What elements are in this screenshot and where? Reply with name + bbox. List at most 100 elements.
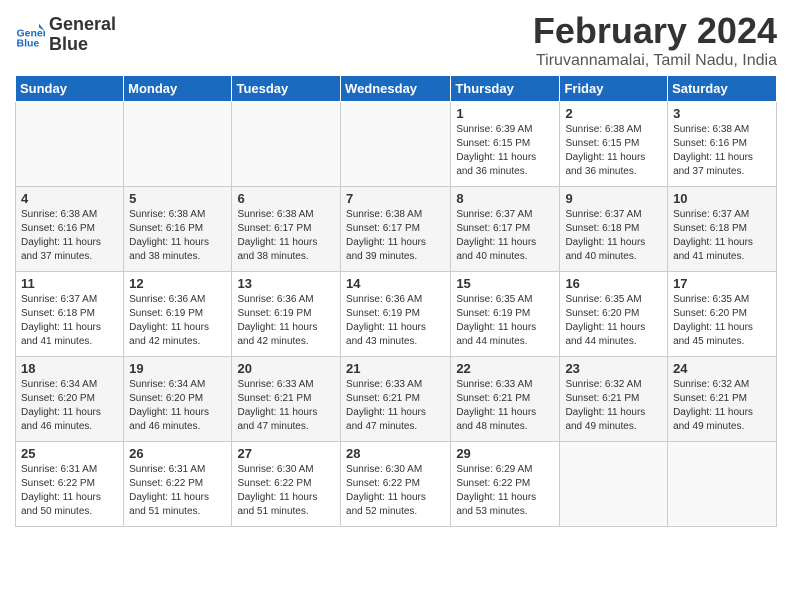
day-number: 22 [456,361,554,376]
day-info: Sunrise: 6:33 AMSunset: 6:21 PMDaylight:… [346,378,445,434]
day-info: Sunrise: 6:34 AMSunset: 6:20 PMDaylight:… [129,378,226,434]
calendar-day-cell: 7 Sunrise: 6:38 AMSunset: 6:17 PMDaylight… [341,187,451,272]
calendar-day-cell: 27 Sunrise: 6:30 AMSunset: 6:22 PMDayligh… [232,442,341,527]
logo-icon: General Blue [15,20,45,50]
logo-line2: Blue [49,35,116,55]
calendar-day-cell: 26 Sunrise: 6:31 AMSunset: 6:22 PMDayligh… [124,442,232,527]
calendar-week-row: 18 Sunrise: 6:34 AMSunset: 6:20 PMDayligh… [16,357,777,442]
day-number: 28 [346,446,445,461]
calendar-title-area: February 2024 Tiruvannamalai, Tamil Nadu… [533,10,777,70]
logo-line1: General [49,15,116,35]
calendar-day-cell: 15Sunrise: 6:35 AMSunset: 6:19 PMDayligh… [451,272,560,357]
day-number: 8 [456,191,554,206]
page-header: General Blue General Blue February 2024 … [15,10,777,70]
calendar-day-cell [124,102,232,187]
day-number: 12 [129,276,226,291]
weekday-header-cell: Thursday [451,76,560,102]
calendar-day-cell: 11Sunrise: 6:37 AMSunset: 6:18 PMDayligh… [16,272,124,357]
day-number: 11 [21,276,118,291]
day-info: Sunrise: 6:32 AMSunset: 6:21 PMDaylight:… [565,378,662,434]
day-info: Sunrise: 6:36 AMSunset: 6:19 PMDaylight:… [346,293,445,349]
calendar-day-cell: 6Sunrise: 6:38 AMSunset: 6:17 PMDaylight… [232,187,341,272]
calendar-day-cell: 24 Sunrise: 6:32 AMSunset: 6:21 PMDayligh… [668,357,777,442]
weekday-header-row: SundayMondayTuesdayWednesdayThursdayFrid… [16,76,777,102]
day-info: Sunrise: 6:31 AMSunset: 6:22 PMDaylight:… [21,463,118,519]
calendar-title: February 2024 [533,10,777,52]
calendar-week-row: 1Sunrise: 6:39 AMSunset: 6:15 PMDaylight… [16,102,777,187]
day-info: Sunrise: 6:30 AMSunset: 6:22 PMDaylight:… [237,463,335,519]
calendar-day-cell: 13Sunrise: 6:36 AMSunset: 6:19 PMDayligh… [232,272,341,357]
weekday-header-cell: Sunday [16,76,124,102]
day-number: 29 [456,446,554,461]
calendar-day-cell: 8 Sunrise: 6:37 AMSunset: 6:17 PMDaylight… [451,187,560,272]
day-info: Sunrise: 6:36 AMSunset: 6:19 PMDaylight:… [237,293,335,349]
calendar-day-cell: 20 Sunrise: 6:33 AMSunset: 6:21 PMDayligh… [232,357,341,442]
calendar-day-cell: 19 Sunrise: 6:34 AMSunset: 6:20 PMDayligh… [124,357,232,442]
calendar-day-cell: 18 Sunrise: 6:34 AMSunset: 6:20 PMDayligh… [16,357,124,442]
day-number: 5 [129,191,226,206]
day-info: Sunrise: 6:37 AMSunset: 6:18 PMDaylight:… [565,208,662,264]
day-info: Sunrise: 6:34 AMSunset: 6:20 PMDaylight:… [21,378,118,434]
calendar-day-cell [560,442,668,527]
calendar-day-cell: 10 Sunrise: 6:37 AMSunset: 6:18 PMDayligh… [668,187,777,272]
day-number: 20 [237,361,335,376]
day-number: 27 [237,446,335,461]
calendar-week-row: 11Sunrise: 6:37 AMSunset: 6:18 PMDayligh… [16,272,777,357]
calendar-day-cell [341,102,451,187]
day-info: Sunrise: 6:36 AMSunset: 6:19 PMDaylight:… [129,293,226,349]
day-info: Sunrise: 6:38 AMSunset: 6:17 PMDaylight:… [346,208,445,264]
day-info: Sunrise: 6:38 AMSunset: 6:16 PMDaylight:… [21,208,118,264]
day-info: Sunrise: 6:35 AMSunset: 6:19 PMDaylight:… [456,293,554,349]
day-number: 16 [565,276,662,291]
day-info: Sunrise: 6:35 AMSunset: 6:20 PMDaylight:… [565,293,662,349]
day-number: 7 [346,191,445,206]
day-number: 26 [129,446,226,461]
calendar-day-cell: 5 Sunrise: 6:38 AMSunset: 6:16 PMDaylight… [124,187,232,272]
calendar-day-cell: 9 Sunrise: 6:37 AMSunset: 6:18 PMDaylight… [560,187,668,272]
day-number: 21 [346,361,445,376]
calendar-day-cell: 21 Sunrise: 6:33 AMSunset: 6:21 PMDayligh… [341,357,451,442]
calendar-day-cell: 23Sunrise: 6:32 AMSunset: 6:21 PMDayligh… [560,357,668,442]
calendar-day-cell: 4 Sunrise: 6:38 AMSunset: 6:16 PMDaylight… [16,187,124,272]
day-number: 19 [129,361,226,376]
day-info: Sunrise: 6:35 AMSunset: 6:20 PMDaylight:… [673,293,771,349]
day-info: Sunrise: 6:37 AMSunset: 6:17 PMDaylight:… [456,208,554,264]
calendar-day-cell: 16 Sunrise: 6:35 AMSunset: 6:20 PMDayligh… [560,272,668,357]
calendar-day-cell: 3 Sunrise: 6:38 AMSunset: 6:16 PMDaylight… [668,102,777,187]
day-info: Sunrise: 6:37 AMSunset: 6:18 PMDaylight:… [673,208,771,264]
calendar-day-cell: 2Sunrise: 6:38 AMSunset: 6:15 PMDaylight… [560,102,668,187]
calendar-day-cell: 14 Sunrise: 6:36 AMSunset: 6:19 PMDayligh… [341,272,451,357]
day-info: Sunrise: 6:29 AMSunset: 6:22 PMDaylight:… [456,463,554,519]
day-number: 6 [237,191,335,206]
calendar-day-cell [16,102,124,187]
day-number: 18 [21,361,118,376]
day-info: Sunrise: 6:30 AMSunset: 6:22 PMDaylight:… [346,463,445,519]
weekday-header-cell: Friday [560,76,668,102]
day-number: 17 [673,276,771,291]
day-number: 4 [21,191,118,206]
calendar-body: 1Sunrise: 6:39 AMSunset: 6:15 PMDaylight… [16,102,777,527]
weekday-header-cell: Tuesday [232,76,341,102]
day-info: Sunrise: 6:32 AMSunset: 6:21 PMDaylight:… [673,378,771,434]
day-info: Sunrise: 6:38 AMSunset: 6:16 PMDaylight:… [129,208,226,264]
day-number: 10 [673,191,771,206]
day-number: 25 [21,446,118,461]
day-info: Sunrise: 6:39 AMSunset: 6:15 PMDaylight:… [456,123,554,179]
day-number: 3 [673,106,771,121]
day-info: Sunrise: 6:33 AMSunset: 6:21 PMDaylight:… [237,378,335,434]
weekday-header-cell: Saturday [668,76,777,102]
calendar-week-row: 25 Sunrise: 6:31 AMSunset: 6:22 PMDayligh… [16,442,777,527]
calendar-day-cell: 12 Sunrise: 6:36 AMSunset: 6:19 PMDayligh… [124,272,232,357]
calendar-day-cell: 29 Sunrise: 6:29 AMSunset: 6:22 PMDayligh… [451,442,560,527]
calendar-day-cell [668,442,777,527]
day-number: 9 [565,191,662,206]
calendar-day-cell: 1Sunrise: 6:39 AMSunset: 6:15 PMDaylight… [451,102,560,187]
weekday-header-cell: Monday [124,76,232,102]
day-number: 24 [673,361,771,376]
day-info: Sunrise: 6:38 AMSunset: 6:16 PMDaylight:… [673,123,771,179]
day-info: Sunrise: 6:31 AMSunset: 6:22 PMDaylight:… [129,463,226,519]
calendar-day-cell: 22Sunrise: 6:33 AMSunset: 6:21 PMDayligh… [451,357,560,442]
day-number: 2 [565,106,662,121]
calendar-day-cell: 28 Sunrise: 6:30 AMSunset: 6:22 PMDayligh… [341,442,451,527]
day-number: 14 [346,276,445,291]
